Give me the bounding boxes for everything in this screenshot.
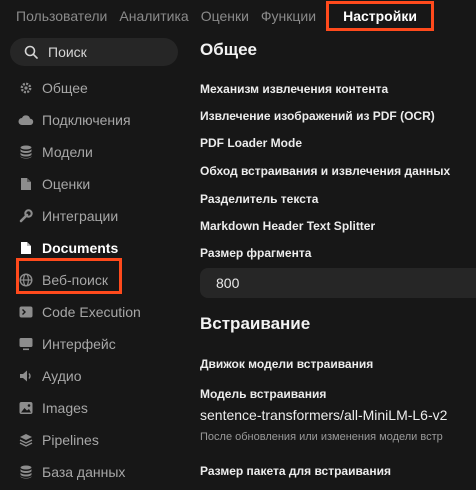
sidebar-item-pipelines[interactable]: Pipelines <box>18 427 99 453</box>
sidebar-item-label: Подключения <box>42 112 131 128</box>
sidebar-item-label: Интерфейс <box>42 336 116 352</box>
sidebar-item-images[interactable]: Images <box>18 395 88 421</box>
sidebar-item-evaluations[interactable]: Оценки <box>18 171 90 197</box>
document-icon <box>18 176 34 192</box>
settings-main-panel: Общее Механизм извлечения контента Извле… <box>200 32 476 490</box>
tab-functions[interactable]: Функции <box>255 0 322 32</box>
sidebar-item-audio[interactable]: Аудио <box>18 363 82 389</box>
globe-icon <box>18 272 34 288</box>
settings-sidebar: Поиск Общее Подключения Модели Оценки Ин… <box>0 32 190 490</box>
sidebar-item-code-execution[interactable]: Code Execution <box>18 299 141 325</box>
search-icon <box>22 43 40 61</box>
sidebar-item-label: Pipelines <box>42 432 99 448</box>
stack-icon <box>18 432 34 448</box>
monitor-icon <box>18 336 34 352</box>
database-icon <box>18 464 34 480</box>
tab-evaluations[interactable]: Оценки <box>195 0 255 32</box>
wrench-icon <box>18 208 34 224</box>
sidebar-item-database[interactable]: База данных <box>18 459 125 485</box>
sidebar-item-label: Documents <box>42 240 119 256</box>
setting-bypass-embedding: Обход встраивания и извлечения данных <box>200 164 451 178</box>
setting-pdf-loader-mode: PDF Loader Mode <box>200 136 303 150</box>
setting-markdown-header-splitter: Markdown Header Text Splitter <box>200 219 376 233</box>
sidebar-item-label: Images <box>42 400 88 416</box>
sidebar-item-web-search[interactable]: Веб-поиск <box>18 267 108 293</box>
sidebar-item-label: Аудио <box>42 368 82 384</box>
sidebar-item-label: Интеграции <box>42 208 119 224</box>
tab-analytics[interactable]: Аналитика <box>113 0 194 32</box>
setting-pdf-image-extraction: Извлечение изображений из PDF (OCR) <box>200 109 435 123</box>
gear-icon <box>18 80 34 96</box>
sidebar-item-documents[interactable]: Documents <box>18 235 118 261</box>
speaker-icon <box>18 368 34 384</box>
setting-embedding-model-label: Модель встраивания <box>200 387 327 401</box>
tab-users[interactable]: Пользователи <box>0 0 113 32</box>
setting-text-splitter: Разделитель текста <box>200 192 319 206</box>
sidebar-item-interface[interactable]: Интерфейс <box>18 331 116 357</box>
image-icon <box>18 400 34 416</box>
sidebar-item-connections[interactable]: Подключения <box>18 107 131 133</box>
setting-embedding-batch-size: Размер пакета для встраивания <box>200 464 391 478</box>
database-icon <box>18 144 34 160</box>
embedding-section-title: Встраивание <box>200 314 311 333</box>
general-section-title: Общее <box>200 40 257 59</box>
top-tab-bar: Пользователи Аналитика Оценки Функции На… <box>0 0 476 32</box>
sidebar-item-label: Code Execution <box>42 304 141 320</box>
setting-embedding-engine: Движок модели встраивания <box>200 357 374 371</box>
search-placeholder: Поиск <box>48 44 87 60</box>
sidebar-item-label: Веб-поиск <box>42 272 108 288</box>
sidebar-search[interactable]: Поиск <box>10 38 178 66</box>
terminal-icon <box>18 304 34 320</box>
sidebar-item-label: Общее <box>42 80 88 96</box>
cloud-icon <box>18 112 34 128</box>
sidebar-item-label: Модели <box>42 144 93 160</box>
sidebar-item-integrations[interactable]: Интеграции <box>18 203 118 229</box>
sidebar-item-label: База данных <box>42 464 126 480</box>
setting-content-extraction-engine: Механизм извлечения контента <box>200 82 389 96</box>
sidebar-item-general[interactable]: Общее <box>18 75 88 101</box>
embedding-model-value[interactable]: sentence-transformers/all-MiniLM-L6-v2 <box>200 407 447 423</box>
chunk-size-field[interactable] <box>200 268 476 298</box>
tab-settings[interactable]: Настройки <box>326 1 434 31</box>
embedding-model-hint: После обновления или изменения модели вс… <box>200 431 443 443</box>
setting-chunk-size-label: Размер фрагмента <box>200 246 312 260</box>
sidebar-item-models[interactable]: Модели <box>18 139 93 165</box>
chunk-size-input[interactable] <box>200 274 418 292</box>
sidebar-item-label: Оценки <box>42 176 91 192</box>
folder-icon <box>18 240 34 256</box>
